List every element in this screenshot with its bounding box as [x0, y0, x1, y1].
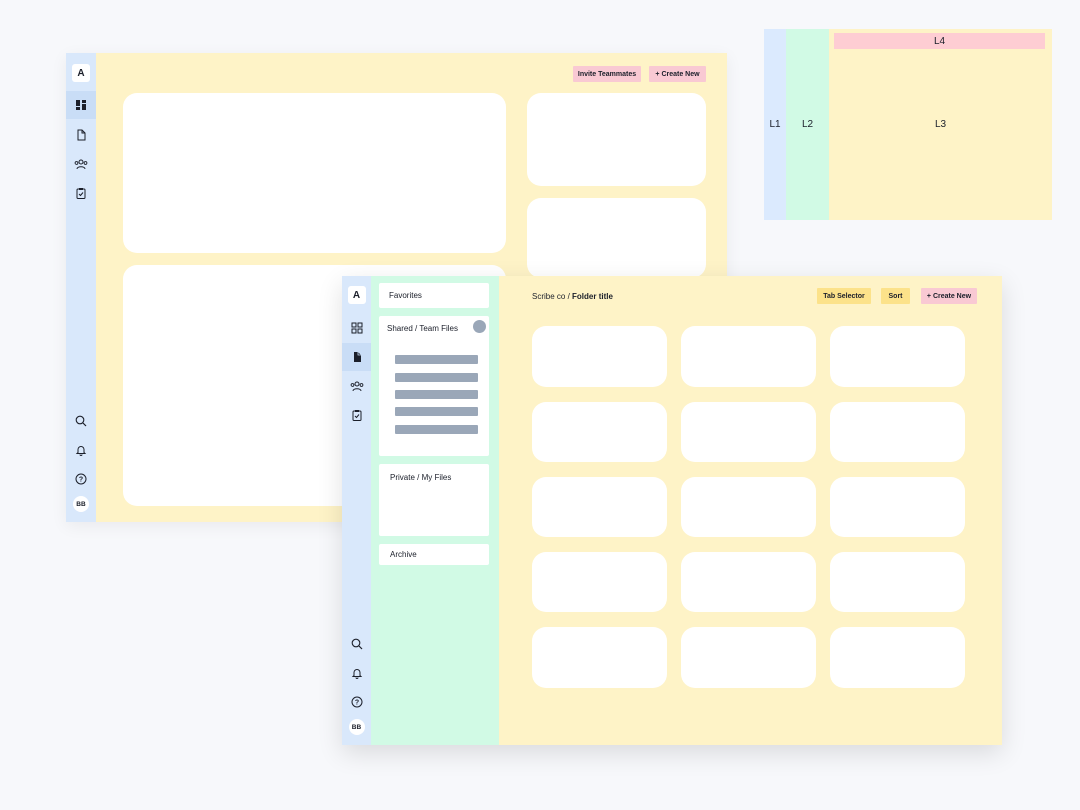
back-create-new-button[interactable]: + Create New — [649, 66, 706, 82]
file-card[interactable] — [681, 552, 816, 612]
back-nav-documents[interactable] — [66, 121, 96, 149]
back-nav-team[interactable] — [66, 150, 96, 178]
file-card[interactable] — [830, 627, 965, 688]
front-create-new-button[interactable]: + Create New — [921, 288, 977, 304]
file-card[interactable] — [532, 402, 667, 462]
users-icon — [350, 381, 364, 392]
folder-shared-label: Shared / Team Files — [387, 324, 458, 333]
front-nav-dashboard[interactable] — [342, 314, 372, 342]
dashboard-icon — [76, 100, 86, 110]
svg-text:?: ? — [79, 477, 83, 484]
document-icon — [77, 129, 86, 141]
help-icon: ? — [351, 696, 363, 708]
file-card[interactable] — [681, 402, 816, 462]
back-nav-dashboard[interactable] — [66, 91, 96, 119]
legend-l1: L1 — [764, 29, 786, 220]
shared-file-placeholder — [395, 390, 478, 399]
file-card[interactable] — [532, 477, 667, 537]
shared-status-dot — [473, 320, 486, 333]
file-card[interactable] — [830, 552, 965, 612]
file-card[interactable] — [830, 326, 965, 387]
folder-private[interactable]: Private / My Files — [379, 464, 489, 536]
folder-archive-label: Archive — [390, 550, 417, 559]
bell-icon — [75, 446, 87, 456]
dashboard-outline-icon — [351, 322, 363, 334]
document-icon — [354, 352, 361, 362]
folder-shared[interactable]: Shared / Team Files — [379, 316, 489, 456]
back-panel-small-mid — [527, 198, 706, 278]
sort-button[interactable]: Sort — [881, 288, 910, 304]
users-icon — [74, 159, 88, 170]
file-card[interactable] — [532, 627, 667, 688]
clipboard-check-icon — [352, 410, 362, 421]
front-nav-team[interactable] — [342, 372, 372, 400]
bell-icon — [351, 669, 363, 679]
folder-private-label: Private / My Files — [390, 473, 452, 482]
front-avatar[interactable]: BB — [348, 719, 365, 735]
search-icon — [75, 415, 87, 427]
legend-l3: L3 — [829, 29, 1052, 220]
back-logo[interactable]: A — [72, 64, 90, 82]
folder-archive[interactable]: Archive — [379, 544, 489, 565]
file-card[interactable] — [532, 326, 667, 387]
back-nav-tasks[interactable] — [66, 179, 96, 207]
shared-file-placeholder — [395, 355, 478, 364]
shared-file-placeholder — [395, 373, 478, 382]
breadcrumb: Scribe co / Folder title — [532, 292, 613, 301]
back-avatar[interactable]: BB — [73, 496, 89, 512]
folder-panel: Favorites Shared / Team Files Private / … — [371, 276, 499, 745]
front-window: A ? BB Favorites Shared / Team Files Pri… — [342, 276, 1002, 745]
legend-l2: L2 — [786, 29, 829, 220]
front-notifications-button[interactable] — [342, 659, 372, 687]
breadcrumb-current: Folder title — [572, 292, 613, 301]
help-icon: ? — [75, 473, 87, 485]
breadcrumb-parent[interactable]: Scribe co / — [532, 292, 570, 301]
front-search-button[interactable] — [342, 630, 372, 658]
folder-favorites[interactable]: Favorites — [379, 283, 489, 308]
front-sidebar-rail: A ? BB — [342, 276, 372, 745]
back-notifications-button[interactable] — [66, 436, 96, 464]
tab-selector-button[interactable]: Tab Selector — [817, 288, 871, 304]
legend-l4: L4 — [834, 33, 1045, 49]
back-sidebar-rail: A ? BB — [66, 53, 96, 522]
file-card[interactable] — [830, 477, 965, 537]
front-logo[interactable]: A — [347, 286, 366, 304]
front-nav-documents[interactable] — [342, 343, 372, 371]
file-card[interactable] — [681, 477, 816, 537]
invite-teammates-button[interactable]: Invite Teammates — [573, 66, 641, 82]
search-icon — [351, 638, 363, 650]
back-panel-small-top — [527, 93, 706, 186]
folder-favorites-label: Favorites — [389, 291, 422, 300]
layout-legend: L1 L2 L3 L4 — [764, 29, 1052, 220]
file-card[interactable] — [532, 552, 667, 612]
shared-file-placeholder — [395, 425, 478, 434]
file-card[interactable] — [681, 326, 816, 387]
shared-file-placeholder — [395, 407, 478, 416]
front-nav-tasks[interactable] — [342, 401, 372, 429]
file-card[interactable] — [830, 402, 965, 462]
svg-text:?: ? — [355, 700, 359, 707]
file-card[interactable] — [681, 627, 816, 688]
front-help-button[interactable]: ? — [342, 688, 372, 716]
clipboard-check-icon — [76, 188, 86, 199]
back-help-button[interactable]: ? — [66, 465, 96, 493]
back-search-button[interactable] — [66, 407, 96, 435]
back-panel-large — [123, 93, 506, 253]
